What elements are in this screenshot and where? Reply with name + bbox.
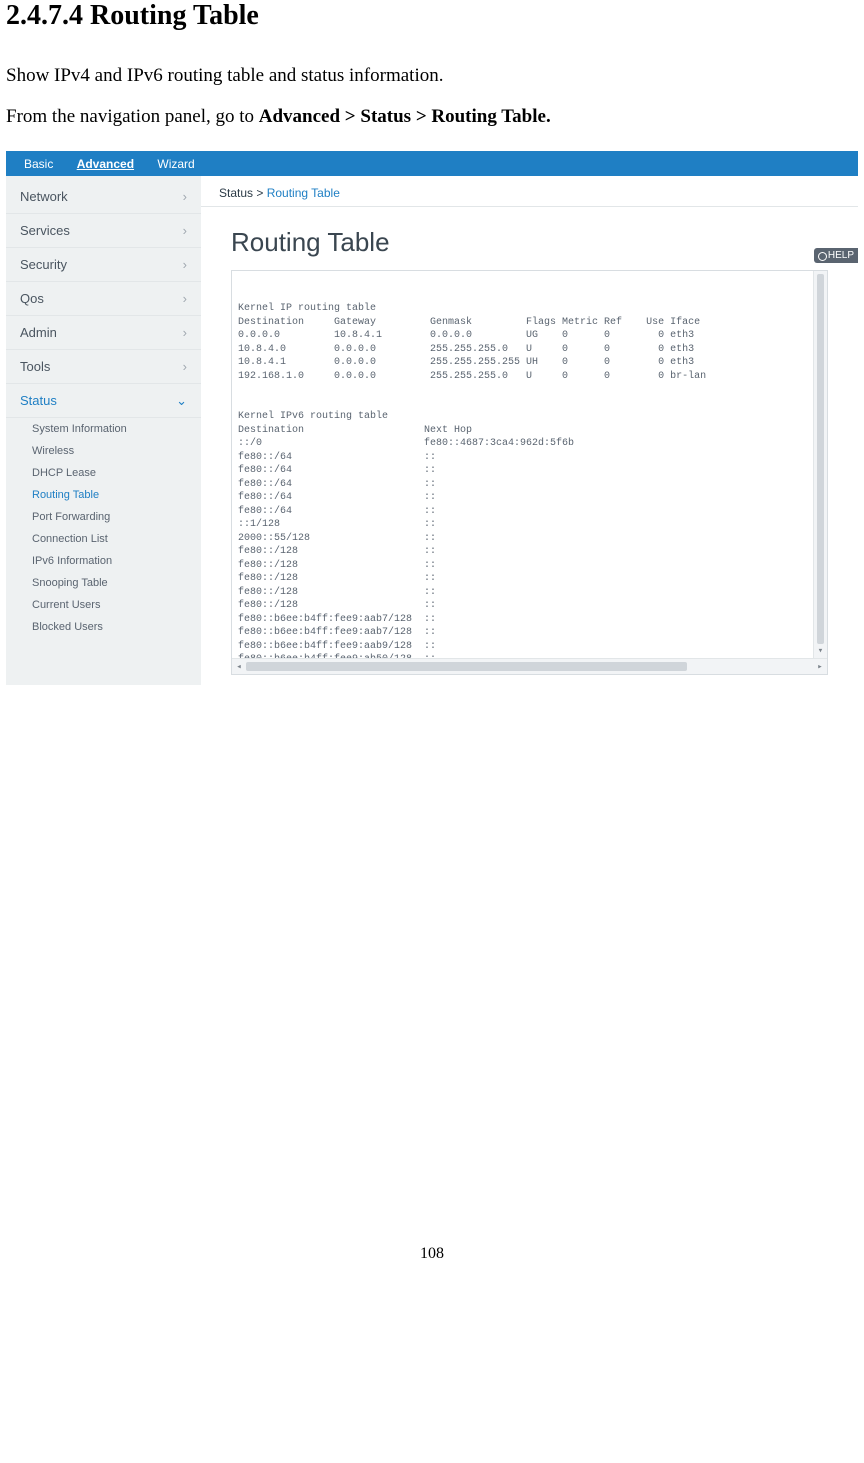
sidebar-item-label: Status (20, 393, 57, 408)
scroll-left-arrow-icon[interactable]: ◂ (232, 659, 246, 675)
breadcrumb-current: Routing Table (267, 186, 340, 200)
chevron-right-icon: › (183, 325, 187, 340)
router-admin-screenshot: Basic Advanced Wizard Network › Services… (6, 151, 858, 685)
sidebar-item-tools[interactable]: Tools › (6, 350, 201, 384)
sidebar-sub-port-forwarding[interactable]: Port Forwarding (6, 506, 201, 528)
tab-advanced[interactable]: Advanced (67, 155, 144, 173)
sidebar-item-security[interactable]: Security › (6, 248, 201, 282)
sidebar-item-label: Security (20, 257, 67, 272)
tab-wizard[interactable]: Wizard (147, 155, 204, 173)
breadcrumb-prefix: Status > (219, 186, 267, 200)
doc-para2-bold: Advanced > Status > Routing Table. (259, 106, 551, 127)
sidebar-item-label: Tools (20, 359, 50, 374)
routing-table-output-box: Kernel IP routing table Destination Gate… (231, 270, 828, 675)
doc-paragraph-2: From the navigation panel, go to Advance… (0, 103, 864, 132)
sidebar-sub-blocked-users[interactable]: Blocked Users (6, 616, 201, 638)
chevron-right-icon: › (183, 189, 187, 204)
page-title: Routing Table (231, 227, 828, 258)
sidebar-sub-system-information[interactable]: System Information (6, 418, 201, 440)
doc-heading: 2.4.7.4 Routing Table (0, 0, 864, 32)
doc-paragraph-1: Show IPv4 and IPv6 routing table and sta… (0, 62, 864, 91)
sidebar-sub-connection-list[interactable]: Connection List (6, 528, 201, 550)
chevron-down-icon: ⌄ (176, 393, 187, 409)
sidebar: Network › Services › Security › Qos › Ad… (6, 176, 201, 685)
tab-basic[interactable]: Basic (14, 155, 63, 173)
chevron-right-icon: › (183, 223, 187, 238)
sidebar-sub-snooping-table[interactable]: Snooping Table (6, 572, 201, 594)
scroll-right-arrow-icon[interactable]: ▸ (813, 659, 827, 675)
routing-table-text: Kernel IP routing table Destination Gate… (238, 302, 821, 675)
sidebar-item-services[interactable]: Services › (6, 214, 201, 248)
help-tab-button[interactable]: HELP (814, 248, 858, 263)
sidebar-sub-dhcp-lease[interactable]: DHCP Lease (6, 462, 201, 484)
chevron-right-icon: › (183, 291, 187, 306)
sidebar-item-admin[interactable]: Admin › (6, 316, 201, 350)
chevron-right-icon: › (183, 359, 187, 374)
sidebar-item-label: Qos (20, 291, 44, 306)
screenshot-body: Network › Services › Security › Qos › Ad… (6, 176, 858, 685)
sidebar-sub-ipv6-information[interactable]: IPv6 Information (6, 550, 201, 572)
chevron-right-icon: › (183, 257, 187, 272)
sidebar-item-label: Services (20, 223, 70, 238)
sidebar-sub-current-users[interactable]: Current Users (6, 594, 201, 616)
sidebar-item-status[interactable]: Status ⌄ (6, 384, 201, 418)
sidebar-sub-wireless[interactable]: Wireless (6, 440, 201, 462)
page-number: 108 (0, 1245, 864, 1263)
scroll-down-arrow-icon[interactable]: ▾ (814, 644, 827, 658)
top-tabs-bar: Basic Advanced Wizard (6, 151, 858, 176)
sidebar-item-label: Admin (20, 325, 57, 340)
sidebar-item-qos[interactable]: Qos › (6, 282, 201, 316)
sidebar-item-label: Network (20, 189, 68, 204)
sidebar-item-network[interactable]: Network › (6, 180, 201, 214)
content-padding: Routing Table Kernel IP routing table De… (201, 207, 858, 685)
doc-para2-prefix: From the navigation panel, go to (6, 106, 259, 127)
main-content-area: Status > Routing Table HELP Routing Tabl… (201, 176, 858, 685)
horizontal-scrollbar[interactable]: ◂ ▸ (232, 658, 827, 674)
sidebar-sub-routing-table[interactable]: Routing Table (6, 484, 201, 506)
vertical-scrollbar[interactable]: ▾ (813, 271, 827, 658)
breadcrumb: Status > Routing Table (201, 182, 858, 207)
